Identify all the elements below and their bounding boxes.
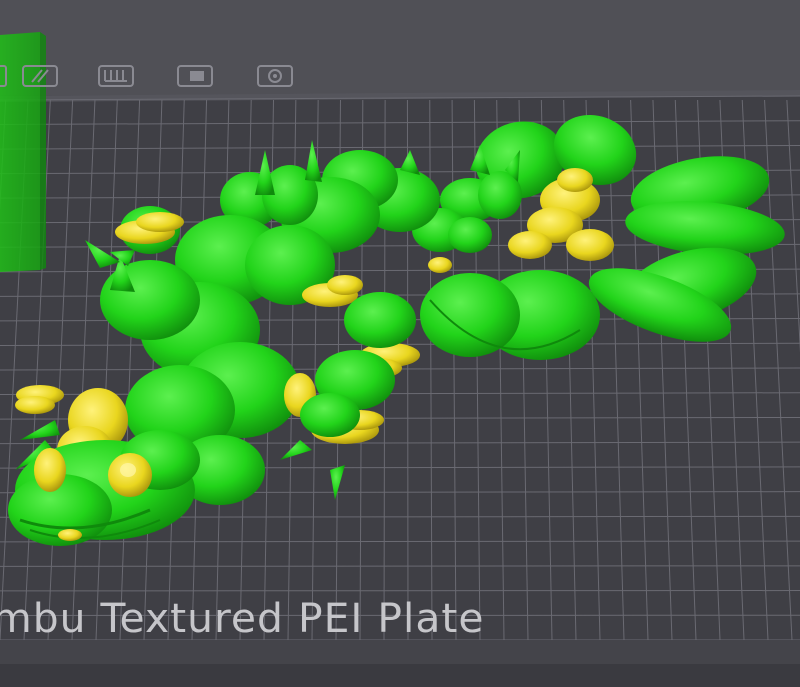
settings-icon[interactable] [255,62,295,90]
build-plate-scene[interactable] [0,0,800,687]
plate-name-label: mbu Textured PEI Plate [0,596,485,642]
layers-icon[interactable] [96,62,136,90]
3d-viewport[interactable]: mbu Textured PEI Plate [0,0,800,687]
plate-toolbar [0,62,330,92]
plate-bottom [0,664,800,687]
grid-line-h [0,565,800,567]
split-icon[interactable] [20,62,60,90]
cut-icon[interactable] [175,62,215,90]
